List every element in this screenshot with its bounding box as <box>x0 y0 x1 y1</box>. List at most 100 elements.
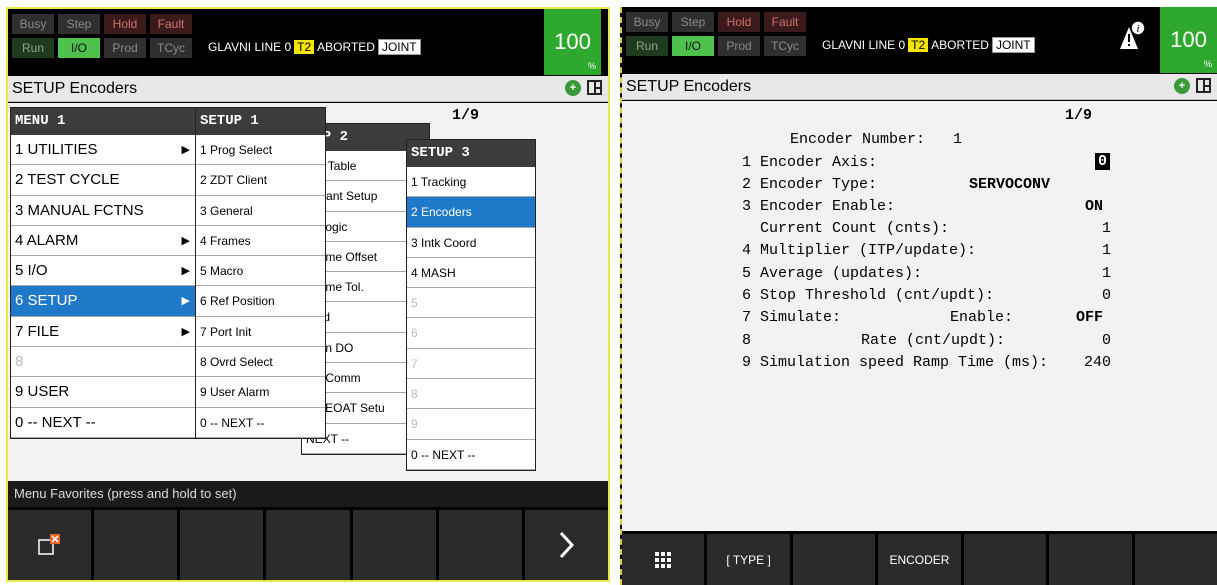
io-led: I/O <box>672 36 714 56</box>
fkey-6[interactable] <box>1049 534 1132 585</box>
setup1-item-user-alarm[interactable]: 9 User Alarm <box>196 377 325 408</box>
setup3-item-intk-coord[interactable]: 3 Intk Coord <box>407 228 535 258</box>
setup1-item-frames[interactable]: 4 Frames <box>196 226 325 257</box>
page-title: SETUP Encoders <box>626 78 752 95</box>
menu-item-user[interactable]: 9 USER <box>11 377 195 408</box>
function-key-bar <box>8 507 608 580</box>
encoder-enable-label[interactable]: 3 Encoder Enable: <box>742 198 895 215</box>
menu-item-alarm[interactable]: 4 ALARM ▶ <box>11 226 195 257</box>
menu-item-utilities[interactable]: 1 UTILITIES ▶ <box>11 135 195 166</box>
fkey-2[interactable] <box>94 510 178 580</box>
chevron-right-icon <box>560 531 575 559</box>
simulate-label[interactable]: 7 Simulate: <box>742 309 841 326</box>
override-button[interactable]: 100 % <box>544 9 601 75</box>
menu-item-file[interactable]: 7 FILE ▶ <box>11 317 195 348</box>
override-value: 100 <box>554 29 591 54</box>
setup3-item-7: 7 <box>407 349 535 380</box>
average-value[interactable]: 1 <box>1102 265 1111 282</box>
simulate-enable-value[interactable]: OFF <box>1076 309 1103 326</box>
hold-led: Hold <box>104 14 146 34</box>
ramp-time-value[interactable]: 240 <box>1084 354 1111 371</box>
setup1-item-ovrd-select[interactable]: 8 Ovrd Select <box>196 347 325 378</box>
setup1-item-ref-position[interactable]: 6 Ref Position <box>196 286 325 317</box>
state-text: ABORTED <box>317 40 375 54</box>
zoom-icon[interactable]: + <box>565 80 581 96</box>
ramp-time-label[interactable]: 9 Simulation speed Ramp Time (ms): <box>742 354 1048 371</box>
mode-badge: T2 <box>294 40 315 54</box>
encoder-button[interactable]: ENCODER <box>878 534 961 585</box>
setup3-item-9: 9 <box>407 409 535 440</box>
encoder-enable-value[interactable]: ON <box>1085 198 1103 215</box>
average-label[interactable]: 5 Average (updates): <box>742 265 922 282</box>
rate-label-num[interactable]: 8 <box>742 332 751 349</box>
status-line: GLAVNI LINE 0 T2 ABORTED JOINT <box>822 37 1035 53</box>
favorites-bar: Menu Favorites (press and hold to set) <box>8 481 608 507</box>
step-led: Step <box>58 14 100 34</box>
rate-value[interactable]: 0 <box>1102 332 1111 349</box>
page-title: SETUP Encoders <box>12 80 138 97</box>
page-indicator: 1/9 <box>452 107 480 124</box>
stop-threshold-value[interactable]: 0 <box>1102 287 1111 304</box>
fkey-7[interactable] <box>1134 534 1217 585</box>
setup3-item-encoders[interactable]: 2 Encoders <box>407 197 535 228</box>
menu-item-label: 4 ALARM <box>15 231 79 249</box>
fkey-4[interactable] <box>266 510 350 580</box>
setup1-item-zdt-client[interactable]: 2 ZDT Client <box>196 165 325 196</box>
setup1-item-port-init[interactable]: 7 Port Init <box>196 317 325 348</box>
fkey-3[interactable] <box>792 534 876 585</box>
busy-led: Busy <box>12 14 54 34</box>
setup3-item-tracking[interactable]: 1 Tracking <box>407 167 535 198</box>
menu-item-io[interactable]: 5 I/O ▶ <box>11 256 195 287</box>
simulate-enable-label: Enable: <box>950 309 1014 326</box>
setup1-item-macro[interactable]: 5 Macro <box>196 256 325 287</box>
favorites-add-button[interactable] <box>8 510 92 580</box>
multiplier-value[interactable]: 1 <box>1102 242 1111 259</box>
fkey-3[interactable] <box>180 510 264 580</box>
encoder-axis-label[interactable]: 1 Encoder Axis: <box>742 154 877 171</box>
menu-item-8: 8 <box>11 347 195 378</box>
status-line: GLAVNI LINE 0 T2 ABORTED JOINT <box>208 39 421 55</box>
encoder-type-value[interactable]: SERVOCONV <box>969 176 1050 193</box>
encoder-type-label[interactable]: 2 Encoder Type: <box>742 176 877 193</box>
encoder-axis-value[interactable]: 0 <box>1095 153 1111 170</box>
override-unit: % <box>1203 59 1212 69</box>
next-page-button[interactable] <box>524 510 608 580</box>
override-button[interactable]: 100 % <box>1160 7 1217 73</box>
setup1-item-general[interactable]: 3 General <box>196 196 325 226</box>
override-unit: % <box>587 61 596 71</box>
split-window-icon[interactable] <box>1196 78 1211 93</box>
main-menu: MENU 1 1 UTILITIES ▶ 2 TEST CYCLE 3 MANUA… <box>10 107 196 439</box>
fkey-5[interactable] <box>963 534 1047 585</box>
step-led: Step <box>672 12 714 32</box>
rate-label: Rate (cnt/updt): <box>861 332 1006 349</box>
submenu-arrow-icon: ▶ <box>181 144 190 156</box>
left-pendant-screen: Busy Step Hold Fault Run I/O Prod TCyc G… <box>6 7 610 582</box>
menu-item-setup[interactable]: 6 SETUP ▶ <box>11 286 195 317</box>
zoom-icon[interactable]: + <box>1174 78 1190 94</box>
setup1-item-next[interactable]: 0 -- NEXT -- <box>196 408 325 438</box>
tcyc-led: TCyc <box>764 36 806 56</box>
fkey-6[interactable] <box>438 510 522 580</box>
stop-threshold-label[interactable]: 6 Stop Threshold (cnt/updt): <box>742 287 994 304</box>
coord-badge: JOINT <box>377 39 421 55</box>
setup1-item-prog-select[interactable]: 1 Prog Select <box>196 135 325 166</box>
alert-info-icon[interactable]: i <box>1116 19 1146 51</box>
setup3-item-5: 5 <box>407 288 535 319</box>
split-window-icon[interactable] <box>587 80 602 95</box>
menu-item-next[interactable]: 0 -- NEXT -- <box>11 408 195 438</box>
function-key-bar: [ TYPE ] ENCODER <box>622 531 1217 585</box>
fkey-5[interactable] <box>352 510 436 580</box>
io-led: I/O <box>58 38 100 58</box>
type-button[interactable]: [ TYPE ] <box>707 534 790 585</box>
current-count-label: Current Count (cnts): <box>760 220 950 237</box>
title-bar: SETUP Encoders + <box>622 74 1217 100</box>
menu-item-label: 6 SETUP <box>15 292 78 310</box>
hold-led: Hold <box>718 12 760 32</box>
menu-item-test-cycle[interactable]: 2 TEST CYCLE <box>11 165 195 196</box>
setup3-item-next[interactable]: 0 -- NEXT -- <box>407 440 535 470</box>
menu-item-manual-fctns[interactable]: 3 MANUAL FCTNS <box>11 196 195 226</box>
page-indicator: 1/9 <box>1065 107 1093 124</box>
menu-grid-button[interactable] <box>622 534 705 585</box>
setup3-item-mash[interactable]: 4 MASH <box>407 258 535 289</box>
multiplier-label[interactable]: 4 Multiplier (ITP/update): <box>742 242 976 259</box>
